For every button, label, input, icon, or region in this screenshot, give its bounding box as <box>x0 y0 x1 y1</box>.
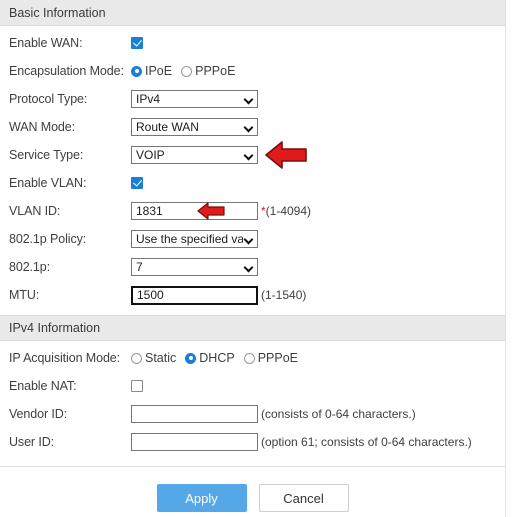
radio-encapsulation-pppoe-label: PPPoE <box>195 64 236 78</box>
radio-ip-acquisition-static-indicator <box>131 352 142 364</box>
chevron-down-icon <box>245 95 254 104</box>
radio-ip-acquisition-static[interactable]: Static <box>131 351 176 365</box>
ip-acquisition-mode-radio-group: Static DHCP PPPoE <box>131 351 307 365</box>
section-header-ipv4-information: IPv4 Information <box>0 315 505 341</box>
ipv4-information-form: IP Acquisition Mode: Static DHCP PPPoE E… <box>0 341 505 456</box>
field-user-id: (option 61; consists of 0-64 characters.… <box>131 433 472 451</box>
label-vendor-id: Vendor ID: <box>9 407 68 421</box>
wan-mode-select[interactable]: Route WAN <box>131 118 258 136</box>
radio-ip-acquisition-pppoe[interactable]: PPPoE <box>243 351 298 365</box>
wan-mode-value: Route WAN <box>136 120 199 134</box>
label-dot1p-policy: 802.1p Policy: <box>9 232 87 246</box>
label-vlan-id: VLAN ID: <box>9 204 61 218</box>
field-wan-mode: Route WAN <box>131 118 258 136</box>
dot1p-policy-select[interactable]: Use the specified val <box>131 230 258 248</box>
radio-ip-acquisition-dhcp-label: DHCP <box>199 351 235 365</box>
row-vendor-id: Vendor ID: (consists of 0-64 characters.… <box>0 400 505 428</box>
field-service-type: VOIP <box>131 146 258 164</box>
enable-nat-checkbox[interactable] <box>131 380 143 392</box>
row-enable-nat: Enable NAT: <box>0 372 505 400</box>
row-enable-vlan: Enable VLAN: <box>0 169 505 197</box>
chevron-down-icon <box>245 151 254 160</box>
row-service-type: Service Type: VOIP <box>0 141 505 169</box>
row-vlan-id: VLAN ID: 1831 *(1-4094) <box>0 197 505 225</box>
section-header-basic-information: Basic Information <box>0 0 505 26</box>
row-dot1p-policy: 802.1p Policy: Use the specified val <box>0 225 505 253</box>
label-mtu: MTU: <box>9 288 40 302</box>
field-enable-wan <box>131 37 143 49</box>
enable-vlan-checkbox[interactable] <box>131 177 143 189</box>
form-action-buttons: Apply Cancel <box>0 467 505 512</box>
radio-encapsulation-ipoe-label: IPoE <box>145 64 173 78</box>
chevron-down-icon <box>245 263 254 272</box>
field-protocol-type: IPv4 <box>131 90 258 108</box>
radio-encapsulation-pppoe-indicator <box>181 65 193 77</box>
user-id-input[interactable] <box>131 433 258 451</box>
cancel-button[interactable]: Cancel <box>258 484 349 512</box>
basic-information-form: Enable WAN: Encapsulation Mode: IPoE PPP… <box>0 26 505 309</box>
row-wan-mode: WAN Mode: Route WAN <box>0 113 505 141</box>
vlan-id-value: 1831 <box>136 204 163 218</box>
radio-ip-acquisition-static-label: Static <box>145 351 177 365</box>
field-vlan-id: 1831 *(1-4094) <box>131 202 311 220</box>
dot1p-value: 7 <box>136 260 143 274</box>
dot1p-select[interactable]: 7 <box>131 258 258 276</box>
service-type-arrow-annotation-icon <box>264 139 308 171</box>
row-mtu: MTU: 1500 (1-1540) <box>0 281 505 309</box>
user-id-hint: (option 61; consists of 0-64 characters.… <box>261 435 472 449</box>
label-dot1p: 802.1p: <box>9 260 51 274</box>
field-enable-vlan <box>131 177 143 189</box>
protocol-type-select[interactable]: IPv4 <box>131 90 258 108</box>
mtu-value: 1500 <box>137 288 164 302</box>
wan-configuration-panel: Basic Information Enable WAN: Encapsulat… <box>0 0 506 517</box>
radio-encapsulation-ipoe[interactable]: IPoE <box>131 64 172 78</box>
label-encapsulation-mode: Encapsulation Mode: <box>9 64 124 78</box>
service-type-value: VOIP <box>136 148 165 162</box>
radio-encapsulation-ipoe-indicator <box>131 65 142 77</box>
field-dot1p: 7 <box>131 258 258 276</box>
radio-encapsulation-pppoe[interactable]: PPPoE <box>181 64 235 78</box>
vendor-id-input[interactable] <box>131 405 258 423</box>
chevron-down-icon <box>245 235 254 244</box>
vendor-id-hint: (consists of 0-64 characters.) <box>261 407 416 421</box>
chevron-down-icon <box>245 123 254 132</box>
service-type-select[interactable]: VOIP <box>131 146 258 164</box>
mtu-hint: (1-1540) <box>261 288 307 302</box>
label-enable-vlan: Enable VLAN: <box>9 176 87 190</box>
enable-wan-checkbox[interactable] <box>131 37 143 49</box>
field-vendor-id: (consists of 0-64 characters.) <box>131 405 416 423</box>
protocol-type-value: IPv4 <box>136 92 161 106</box>
radio-ip-acquisition-pppoe-label: PPPoE <box>257 351 298 365</box>
mtu-input[interactable]: 1500 <box>131 285 258 305</box>
label-wan-mode: WAN Mode: <box>9 120 76 134</box>
vlan-id-hint: *(1-4094) <box>261 204 311 218</box>
row-ip-acquisition-mode: IP Acquisition Mode: Static DHCP PPPoE <box>0 344 505 372</box>
encapsulation-mode-radio-group: IPoE PPPoE <box>131 64 244 78</box>
field-dot1p-policy: Use the specified val <box>131 230 258 248</box>
radio-ip-acquisition-dhcp[interactable]: DHCP <box>185 351 235 365</box>
field-enable-nat <box>131 380 143 392</box>
label-enable-wan: Enable WAN: <box>9 36 83 50</box>
row-enable-wan: Enable WAN: <box>0 29 505 57</box>
row-protocol-type: Protocol Type: IPv4 <box>0 85 505 113</box>
dot1p-policy-value: Use the specified val <box>136 232 243 246</box>
radio-ip-acquisition-dhcp-indicator <box>185 352 197 364</box>
apply-button[interactable]: Apply <box>156 484 247 512</box>
label-service-type: Service Type: <box>9 148 84 162</box>
section-title-basic-information: Basic Information <box>9 5 106 20</box>
row-encapsulation-mode: Encapsulation Mode: IPoE PPPoE <box>0 57 505 85</box>
label-protocol-type: Protocol Type: <box>9 92 88 106</box>
radio-ip-acquisition-pppoe-indicator <box>243 352 255 364</box>
field-mtu: 1500 (1-1540) <box>131 285 307 305</box>
section-title-ipv4-information: IPv4 Information <box>9 321 101 335</box>
label-user-id: User ID: <box>9 435 55 449</box>
row-user-id: User ID: (option 61; consists of 0-64 ch… <box>0 428 505 456</box>
field-encapsulation-mode: IPoE PPPoE <box>131 64 244 78</box>
vlan-id-range-hint: (1-4094) <box>265 204 312 218</box>
label-enable-nat: Enable NAT: <box>9 379 77 393</box>
row-dot1p: 802.1p: 7 <box>0 253 505 281</box>
label-ip-acquisition-mode: IP Acquisition Mode: <box>9 351 121 365</box>
field-ip-acquisition-mode: Static DHCP PPPoE <box>131 351 307 365</box>
vlan-id-input[interactable]: 1831 <box>131 202 258 220</box>
